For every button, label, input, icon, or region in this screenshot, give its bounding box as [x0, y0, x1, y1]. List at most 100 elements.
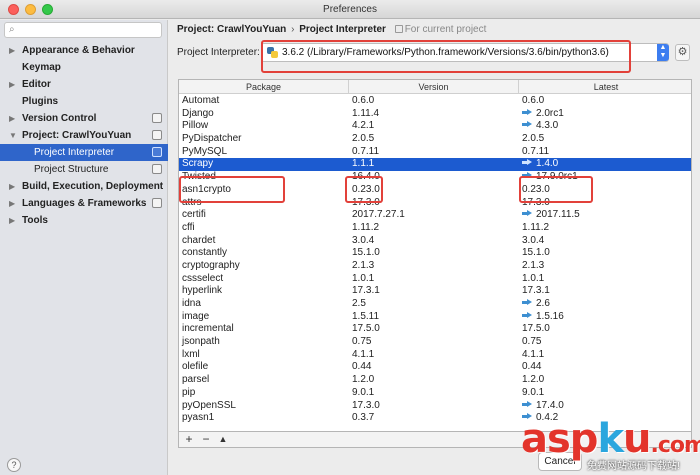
upgrade-package-button[interactable]: ▲: [216, 432, 230, 447]
latest-version-cell-text: 4.1.1: [522, 348, 545, 360]
table-row[interactable]: lxml 4.1.1 4.1.1: [179, 348, 691, 362]
chevron-right-icon[interactable]: ▶: [9, 42, 15, 59]
sidebar-item-label: Tools: [22, 215, 48, 226]
table-row[interactable]: Django 1.11.4 2.0rc1: [179, 108, 691, 121]
latest-version-cell-text: 3.0.4: [522, 234, 545, 246]
version-cell: 2.0.5: [352, 133, 374, 146]
table-row[interactable]: cryptography 2.1.3 2.1.3: [179, 259, 691, 273]
latest-version-cell-text: 17.5.0: [522, 323, 550, 335]
latest-version-cell-text: 17.4.0: [536, 399, 564, 411]
chevron-right-icon[interactable]: ▶: [9, 110, 15, 127]
package-name-cell-text: chardet: [182, 234, 216, 246]
sidebar-item-label: Appearance & Behavior: [22, 45, 135, 56]
chevron-down-icon[interactable]: ▼: [9, 127, 17, 144]
gear-icon[interactable]: ⚙: [675, 44, 690, 61]
sidebar-item-languages-frameworks[interactable]: ▶ Languages & Frameworks: [0, 195, 168, 212]
table-row[interactable]: olefile 0.44 0.44: [179, 361, 691, 374]
sidebar-item-version-control[interactable]: ▶ Version Control: [0, 110, 168, 127]
table-row[interactable]: constantly 15.1.0 15.1.0: [179, 247, 691, 260]
scope-note-text: For current project: [404, 24, 487, 35]
add-package-button[interactable]: +: [182, 432, 196, 447]
version-cell: 1.5.11: [352, 311, 379, 324]
interpreter-highlight-box: [261, 40, 631, 73]
package-name-cell-text: cffi: [182, 221, 195, 233]
table-row[interactable]: hyperlink 17.3.1 17.3.1: [179, 285, 691, 298]
version-cell-text: 2.1.3: [352, 259, 375, 271]
version-cell-text: 4.2.1: [352, 120, 375, 132]
table-row[interactable]: Scrapy 1.1.1 1.4.0: [179, 158, 691, 172]
latest-version-cell: 17.5.0: [522, 323, 550, 336]
version-cell-text: 9.0.1: [352, 386, 375, 398]
latest-version-cell: 0.44: [522, 361, 541, 374]
interpreter-label: Project Interpreter:: [177, 47, 260, 58]
sidebar-item-build-execution-deployment[interactable]: ▶ Build, Execution, Deployment: [0, 178, 168, 195]
table-row[interactable]: idna 2.5 2.6: [179, 298, 691, 311]
chevron-right-icon[interactable]: ▶: [9, 195, 15, 212]
table-row[interactable]: pyOpenSSL 17.3.0 17.4.0: [179, 399, 691, 413]
chevron-right-icon[interactable]: ▶: [9, 178, 15, 195]
sidebar-item-label: Editor: [22, 79, 51, 90]
column-header-package[interactable]: Package: [179, 80, 349, 94]
chevron-updown-icon[interactable]: ▲ ▼: [657, 44, 669, 61]
close-window-button[interactable]: [8, 4, 19, 15]
maximize-window-button[interactable]: [42, 4, 53, 15]
latest-version-cell: 1.4.0: [522, 158, 558, 171]
latest-version-cell: 0.6.0: [522, 95, 544, 108]
version-cell: 0.75: [352, 336, 371, 349]
help-button[interactable]: ?: [7, 458, 21, 472]
latest-version-cell: 1.11.2: [522, 222, 549, 235]
table-row[interactable]: cssselect 1.0.1 1.0.1: [179, 272, 691, 286]
column-header-latest[interactable]: Latest: [519, 80, 691, 94]
version-cell-text: 0.75: [352, 336, 372, 348]
latest-version-cell-text: 9.0.1: [522, 386, 545, 398]
column-header-version[interactable]: Version: [349, 80, 519, 94]
sidebar-item-project-structure[interactable]: Project Structure: [0, 161, 168, 178]
latest-version-cell: 2.0rc1: [522, 108, 564, 121]
sidebar-item-appearance-behavior[interactable]: ▶ Appearance & Behavior: [0, 42, 168, 59]
sidebar-item-label: Version Control: [22, 113, 97, 124]
chevron-right-icon[interactable]: ▶: [9, 212, 15, 229]
package-name-cell: pyOpenSSL: [182, 400, 236, 413]
upgrade-arrow-icon: [522, 299, 532, 306]
latest-version-cell: 2.6: [522, 298, 550, 311]
table-row[interactable]: cffi 1.11.2 1.11.2: [179, 221, 691, 235]
table-row[interactable]: PyDispatcher 2.0.5 2.0.5: [179, 133, 691, 146]
table-row[interactable]: jsonpath 0.75 0.75: [179, 336, 691, 349]
table-row[interactable]: Automat 0.6.0 0.6.0: [179, 95, 691, 108]
latest-version-cell-text: 4.3.0: [536, 120, 559, 132]
version-cell: 1.2.0: [352, 374, 374, 387]
table-row[interactable]: certifi 2017.7.27.1 2017.11.5: [179, 209, 691, 222]
latest-version-cell: 9.0.1: [522, 387, 544, 400]
latest-version-cell-text: 0.7.11: [522, 145, 550, 157]
sidebar-item-project-interpreter[interactable]: Project Interpreter: [0, 144, 168, 161]
package-name-cell-text: cssselect: [182, 272, 224, 284]
breadcrumb-page: Project Interpreter: [299, 24, 386, 35]
remove-package-button[interactable]: −: [199, 432, 213, 447]
table-row[interactable]: pip 9.0.1 9.0.1: [179, 387, 691, 400]
watermark-subtitle: 免费网站源码下载站!: [587, 461, 680, 472]
settings-search-input[interactable]: ⌕: [4, 22, 162, 38]
table-row[interactable]: incremental 17.5.0 17.5.0: [179, 323, 691, 336]
sidebar-item-project-crawlyouyuan[interactable]: ▼ Project: CrawlYouYuan: [0, 127, 168, 144]
version-cell-text: 17.5.0: [352, 323, 380, 335]
minimize-window-button[interactable]: [25, 4, 36, 15]
latest-version-cell-text: 1.2.0: [522, 374, 545, 386]
table-row[interactable]: PyMySQL 0.7.11 0.7.11: [179, 146, 691, 159]
version-cell: 9.0.1: [352, 387, 374, 400]
packages-table: Package Version Latest Automat 0.6.0 0.6.0…: [178, 79, 692, 432]
table-row[interactable]: parsel 1.2.0 1.2.0: [179, 374, 691, 387]
version-cell-text: 1.2.0: [352, 374, 375, 386]
latest-version-cell: 0.7.11: [522, 146, 549, 159]
table-row[interactable]: chardet 3.0.4 3.0.4: [179, 234, 691, 248]
chevron-right-icon[interactable]: ▶: [9, 76, 15, 93]
package-name-cell: hyperlink: [182, 285, 222, 298]
version-cell-text: 0.44: [352, 361, 372, 373]
sidebar-item-editor[interactable]: ▶ Editor: [0, 76, 168, 93]
latest-version-cell-text: 1.5.16: [536, 310, 564, 322]
table-row[interactable]: image 1.5.11 1.5.16: [179, 310, 691, 324]
settings-nav: ▶ Appearance & Behavior Keymap ▶ Editor Plugi…: [0, 42, 168, 229]
table-row[interactable]: Pillow 4.2.1 4.3.0: [179, 120, 691, 133]
sidebar-item-keymap[interactable]: Keymap: [0, 59, 168, 76]
sidebar-item-plugins[interactable]: Plugins: [0, 93, 168, 110]
sidebar-item-tools[interactable]: ▶ Tools: [0, 212, 168, 229]
